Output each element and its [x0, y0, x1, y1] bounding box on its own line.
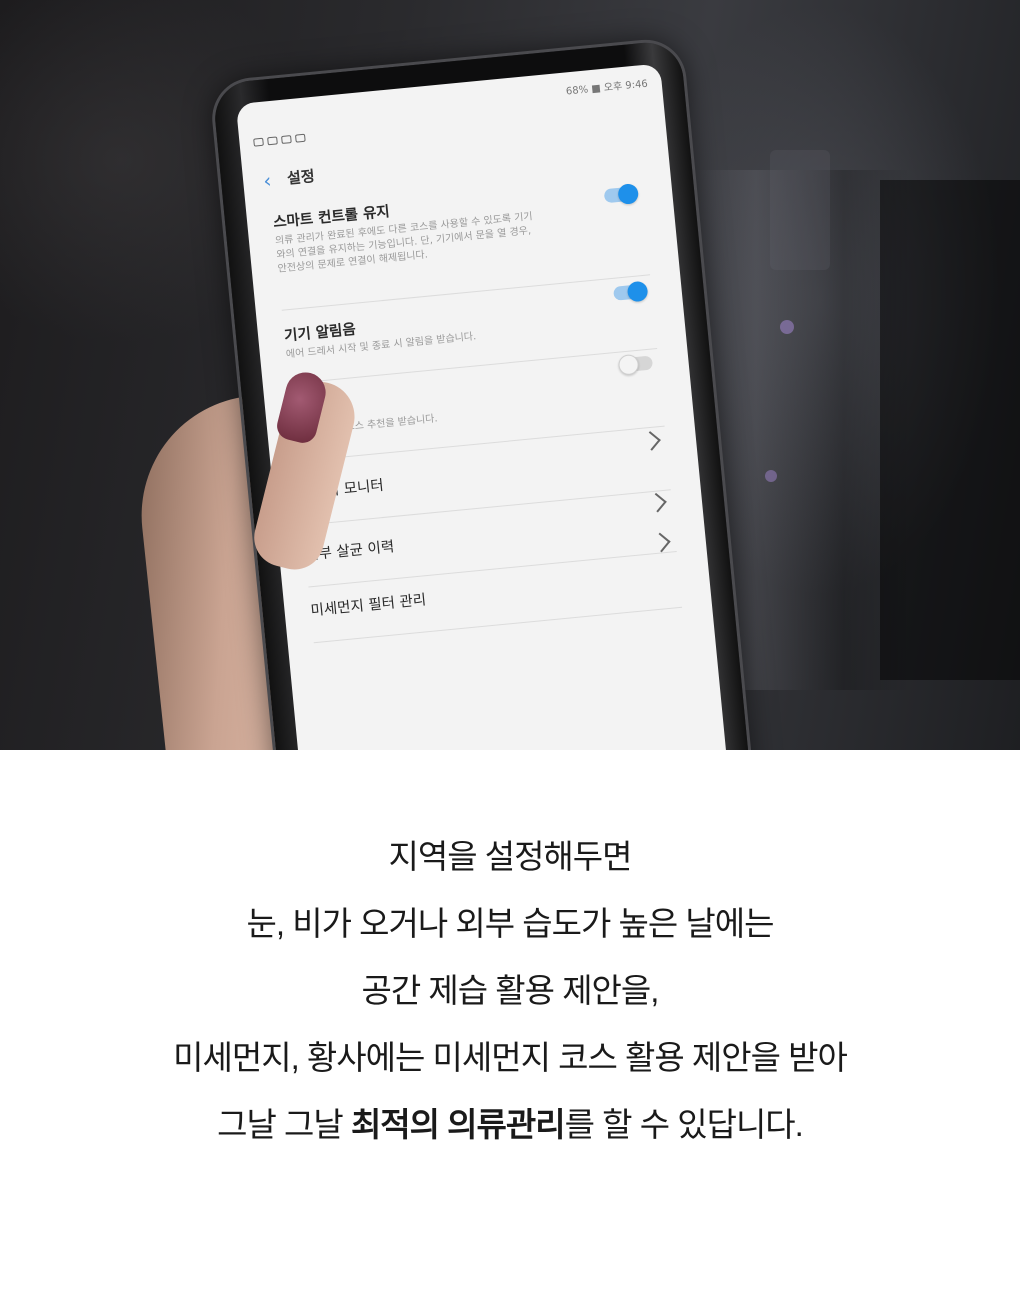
notification-icons — [253, 133, 306, 147]
status-bar: 68% ■ 오후 9:46 — [236, 63, 663, 147]
background-reflection — [770, 150, 830, 270]
caption-text: 그날 그날 — [217, 1106, 351, 1143]
caption-line-2: 눈, 비가 오거나 외부 습도가 높은 날에는 — [246, 905, 775, 942]
caption-text: 를 할 수 있답니다. — [564, 1106, 804, 1143]
caption-line-1: 지역을 설정해두면 — [388, 838, 632, 875]
caption-line-4: 미세먼지, 황사에는 미세먼지 코스 활용 제안을 받아 — [173, 1039, 848, 1076]
app-bar: ‹ 설정 — [262, 165, 316, 193]
back-arrow-icon[interactable]: ‹ — [262, 168, 272, 193]
caption-line-3: 공간 제습 활용 제안을, — [361, 972, 660, 1009]
status-text: 68% ■ 오후 9:46 — [565, 78, 649, 98]
background-light — [780, 320, 794, 334]
background-light — [765, 470, 777, 482]
page-title: 설정 — [286, 167, 316, 188]
background-dark-panel — [880, 180, 1020, 680]
setting-smart-control[interactable]: 스마트 컨트롤 유지 의류 관리가 완료된 후에도 다른 코스를 사용할 수 있… — [272, 175, 651, 311]
toggle-switch-on[interactable] — [603, 183, 640, 205]
photo: 68% ■ 오후 9:46 ‹ 설정 스마트 컨트롤 유지 의류 관리가 완료된… — [0, 0, 1020, 750]
caption-emphasis: 최적의 의류관리 — [350, 1106, 566, 1143]
caption-line-5: 그날 그날 최적의 의류관리를 할 수 있답니다. — [0, 1098, 1020, 1146]
toggle-switch-on[interactable] — [613, 280, 649, 303]
caption: 지역을 설정해두면 눈, 비가 오거나 외부 습도가 높은 날에는 공간 제습 … — [0, 750, 1020, 1300]
